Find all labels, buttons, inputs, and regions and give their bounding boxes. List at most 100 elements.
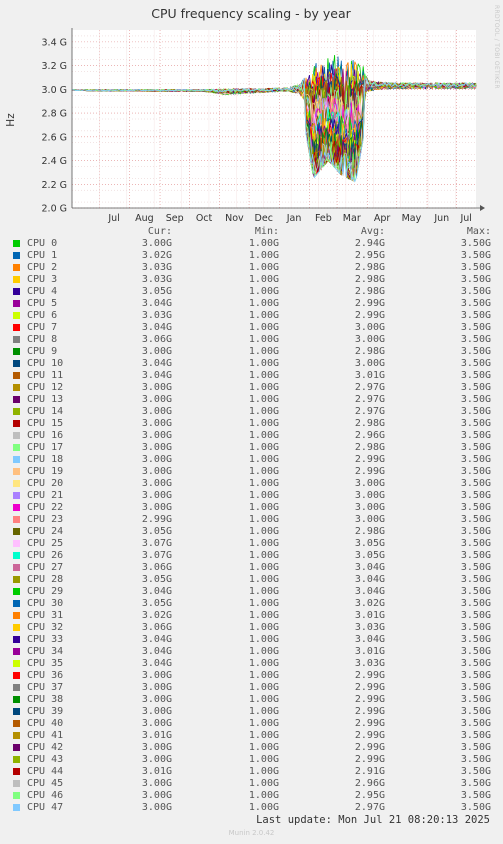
legend-cur-value: 3.01G [141, 766, 172, 777]
legend-cur-value: 3.02G [141, 250, 172, 261]
legend-swatch [13, 312, 20, 319]
legend-row: CPU 40 3.00G 1.00G 2.99G 3.50G [0, 718, 503, 730]
legend-swatch [13, 240, 20, 247]
legend-avg-value: 2.99G [354, 682, 385, 693]
legend-row: CPU 27 3.06G 1.00G 3.04G 3.50G [0, 562, 503, 574]
legend-max-value: 3.50G [460, 742, 491, 753]
legend-avg-value: 2.98G [354, 346, 385, 357]
legend-max-value: 3.50G [460, 622, 491, 633]
legend-swatch [13, 540, 20, 547]
legend-max-value: 3.50G [460, 766, 491, 777]
legend-max-value: 3.50G [460, 322, 491, 333]
legend-row: CPU 21 3.00G 1.00G 3.00G 3.50G [0, 490, 503, 502]
legend-row: CPU 5 3.04G 1.00G 2.99G 3.50G [0, 298, 503, 310]
legend-max-value: 3.50G [460, 694, 491, 705]
legend-min-value: 1.00G [248, 310, 279, 321]
legend-max-value: 3.50G [460, 574, 491, 585]
legend-cur-value: 3.00G [141, 754, 172, 765]
legend-min-value: 1.00G [248, 478, 279, 489]
legend-cpu-name: CPU 3 [27, 274, 58, 285]
legend-row: CPU 35 3.04G 1.00G 3.03G 3.50G [0, 658, 503, 670]
legend-max-value: 3.50G [460, 514, 491, 525]
legend-row: CPU 11 3.04G 1.00G 3.01G 3.50G [0, 370, 503, 382]
legend-cpu-name: CPU 20 [27, 478, 64, 489]
legend-avg-value: 2.97G [354, 406, 385, 417]
legend-row: CPU 1 3.02G 1.00G 2.95G 3.50G [0, 250, 503, 262]
legend-cpu-name: CPU 33 [27, 634, 64, 645]
legend-avg-value: 2.99G [354, 754, 385, 765]
legend-min-value: 1.00G [248, 442, 279, 453]
legend-min-value: 1.00G [248, 754, 279, 765]
legend-min-value: 1.00G [248, 454, 279, 465]
legend-row: CPU 22 3.00G 1.00G 3.00G 3.50G [0, 502, 503, 514]
legend-max-value: 3.50G [460, 706, 491, 717]
legend-max-value: 3.50G [460, 418, 491, 429]
legend-row: CPU 4 3.05G 1.00G 2.98G 3.50G [0, 286, 503, 298]
legend-min-value: 1.00G [248, 670, 279, 681]
legend-max-value: 3.50G [460, 598, 491, 609]
legend-header-avg: Avg: [360, 226, 385, 237]
legend-cpu-name: CPU 46 [27, 790, 64, 801]
legend-rows: CPU 0 3.00G 1.00G 2.94G 3.50G CPU 1 3.02G 1.00G… [0, 238, 503, 814]
legend-max-value: 3.50G [460, 430, 491, 441]
legend-max-value: 3.50G [460, 562, 491, 573]
x-tick-labels: Jul Aug Sep Oct Nov Dec Jan Feb Mar Apr May Jun Jul [107, 213, 472, 224]
legend-avg-value: 3.00G [354, 478, 385, 489]
legend-cpu-name: CPU 42 [27, 742, 64, 753]
legend-row: CPU 37 3.00G 1.00G 2.99G 3.50G [0, 682, 503, 694]
legend-cpu-name: CPU 0 [27, 238, 58, 249]
legend-cur-value: 3.00G [141, 778, 172, 789]
legend-min-value: 1.00G [248, 358, 279, 369]
legend-avg-value: 2.95G [354, 250, 385, 261]
legend-max-value: 3.50G [460, 370, 491, 381]
legend-cur-value: 3.00G [141, 382, 172, 393]
legend-min-value: 1.00G [248, 562, 279, 573]
legend-avg-value: 2.97G [354, 802, 385, 813]
legend-row: CPU 17 3.00G 1.00G 2.98G 3.50G [0, 442, 503, 454]
legend-row: CPU 15 3.00G 1.00G 2.98G 3.50G [0, 418, 503, 430]
legend-swatch [13, 336, 20, 343]
legend-cpu-name: CPU 29 [27, 586, 64, 597]
legend-cur-value: 3.01G [141, 730, 172, 741]
legend-min-value: 1.00G [248, 706, 279, 717]
legend-min-value: 1.00G [248, 682, 279, 693]
legend-min-value: 1.00G [248, 778, 279, 789]
legend-swatch [13, 732, 20, 739]
x-tick-label: Mar [343, 213, 361, 224]
legend-swatch [13, 624, 20, 631]
legend-row: CPU 33 3.04G 1.00G 3.04G 3.50G [0, 634, 503, 646]
legend-cur-value: 3.03G [141, 310, 172, 321]
legend-min-value: 1.00G [248, 658, 279, 669]
legend-cpu-name: CPU 37 [27, 682, 64, 693]
legend-max-value: 3.50G [460, 802, 491, 813]
legend-cpu-name: CPU 8 [27, 334, 58, 345]
x-tick-label: Jul [459, 213, 471, 224]
legend-min-value: 1.00G [248, 718, 279, 729]
legend-avg-value: 3.03G [354, 658, 385, 669]
legend-avg-value: 3.03G [354, 622, 385, 633]
legend-swatch [13, 276, 20, 283]
legend-avg-value: 2.99G [354, 694, 385, 705]
legend-avg-value: 2.99G [354, 298, 385, 309]
legend-swatch [13, 768, 20, 775]
legend-max-value: 3.50G [460, 442, 491, 453]
legend-header: Cur: Min: Avg: Max: [0, 226, 503, 238]
legend-max-value: 3.50G [460, 778, 491, 789]
legend-max-value: 3.50G [460, 538, 491, 549]
legend-swatch [13, 756, 20, 763]
legend-swatch [13, 552, 20, 559]
legend-max-value: 3.50G [460, 298, 491, 309]
legend-max-value: 3.50G [460, 286, 491, 297]
legend-max-value: 3.50G [460, 670, 491, 681]
legend-row: CPU 7 3.04G 1.00G 3.00G 3.50G [0, 322, 503, 334]
legend-cur-value: 3.04G [141, 322, 172, 333]
legend-cpu-name: CPU 44 [27, 766, 64, 777]
chart-title: CPU frequency scaling - by year [151, 6, 351, 21]
legend-avg-value: 2.99G [354, 310, 385, 321]
legend-max-value: 3.50G [460, 658, 491, 669]
x-tick-label: Nov [225, 213, 244, 224]
legend-swatch [13, 384, 20, 391]
legend-cpu-name: CPU 35 [27, 658, 64, 669]
legend-min-value: 1.00G [248, 406, 279, 417]
y-tick-label: 2.8 G [42, 109, 68, 120]
